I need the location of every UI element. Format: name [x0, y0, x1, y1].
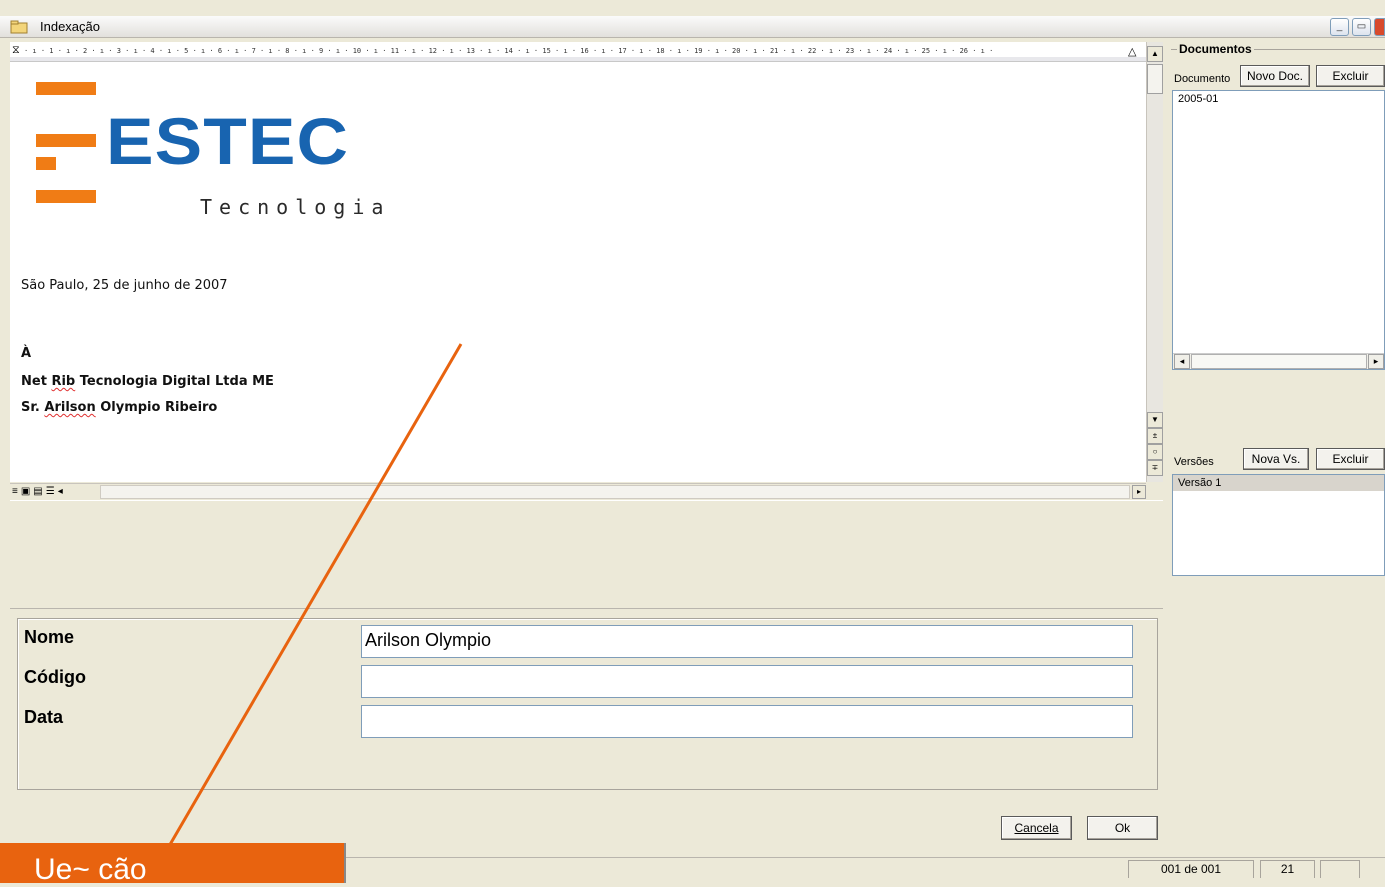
data-input[interactable]: [361, 705, 1133, 738]
prev-page-icon[interactable]: ±: [1147, 428, 1163, 444]
recipient-line: Sr. Arilson Olympio Ribeiro: [21, 400, 218, 415]
window-title: Indexação: [40, 19, 100, 34]
vertical-scrollbar[interactable]: ▲ ▼ ± ○ ∓: [1146, 42, 1163, 482]
count-indicator: 21: [1260, 860, 1315, 878]
estec-logo: ESTEC Tecnologia: [24, 82, 404, 222]
salutation: À: [21, 346, 32, 361]
new-document-button[interactable]: Novo Doc.: [1240, 65, 1310, 87]
nome-input[interactable]: Arilson Olympio: [361, 625, 1133, 658]
ruler-ticks: · ı · 1 · ı · 2 · ı · 3 · ı · 4 · ı · 5 …: [24, 47, 994, 55]
company-line: Net Rib Tecnologia Digital Ltda ME: [21, 374, 274, 389]
page-indicator: 001 de 001: [1128, 860, 1254, 878]
versions-list[interactable]: Versão 1: [1172, 474, 1385, 576]
misspelled-word: Arilson: [44, 400, 96, 415]
nome-label: Nome: [24, 627, 75, 647]
data-label: Data: [24, 707, 64, 727]
browse-object-icon[interactable]: ○: [1147, 444, 1163, 460]
delete-version-button[interactable]: Excluir: [1316, 448, 1385, 470]
scroll-up-icon[interactable]: ▲: [1147, 46, 1163, 62]
logo-bar-icon: [36, 134, 96, 147]
folder-icon: [10, 20, 28, 34]
horizontal-scrollbar[interactable]: ≡▣▤☰◂ ▸: [10, 483, 1146, 500]
close-button[interactable]: [1374, 18, 1385, 36]
empty-panel: [10, 500, 1163, 607]
indent-marker-icon[interactable]: ⧖: [12, 44, 20, 57]
logo-bar-icon: [36, 190, 96, 203]
document-page[interactable]: ESTEC Tecnologia São Paulo, 25 de junho …: [10, 62, 1146, 482]
next-page-icon[interactable]: ∓: [1147, 460, 1163, 476]
scroll-down-icon[interactable]: ▼: [1147, 412, 1163, 428]
title-bar: Indexação _ ▭: [0, 16, 1385, 38]
minimize-button[interactable]: _: [1330, 18, 1349, 36]
indexacao-window: Indexação _ ▭ ⧖ · ı · 1 · ı · 2 · ı · 3 …: [0, 0, 1385, 886]
scroll-right-icon[interactable]: ▸: [1368, 354, 1384, 369]
codigo-label: Código: [24, 667, 86, 687]
scroll-left-icon[interactable]: ◂: [1174, 354, 1190, 369]
documents-list[interactable]: 2005-01 ◂ ▸: [1172, 90, 1385, 370]
list-hscrollbar[interactable]: ◂ ▸: [1173, 353, 1384, 369]
delete-document-button[interactable]: Excluir: [1316, 65, 1385, 87]
date-line: São Paulo, 25 de junho de 2007: [21, 278, 228, 293]
versoes-label: Versões: [1174, 456, 1214, 468]
annotation-callout: Ue~ cão: [0, 843, 346, 886]
misspelled-word: Rib: [51, 374, 76, 389]
list-scroll-thumb[interactable]: [1191, 354, 1367, 369]
right-panel: Documentos Documento Novo Doc. Excluir 2…: [1167, 42, 1385, 854]
logo-word: ESTEC: [106, 104, 350, 178]
list-item[interactable]: 2005-01: [1173, 91, 1384, 107]
view-mode-icons[interactable]: ≡▣▤☰◂: [12, 486, 66, 497]
documents-group-title: Documentos: [1177, 42, 1254, 56]
callout-text: Ue~ cão: [34, 853, 147, 886]
logo-bar-icon: [36, 82, 96, 95]
scroll-right-icon[interactable]: ▸: [1132, 485, 1146, 499]
codigo-input[interactable]: [361, 665, 1133, 698]
cancel-button[interactable]: Cancela: [1001, 816, 1072, 840]
ruler[interactable]: ⧖ · ı · 1 · ı · 2 · ı · 3 · ı · 4 · ı · …: [10, 42, 1146, 62]
scroll-thumb[interactable]: [1147, 64, 1163, 94]
restore-button[interactable]: ▭: [1352, 18, 1371, 36]
hscroll-track[interactable]: [100, 485, 1130, 499]
logo-subtitle: Tecnologia: [200, 195, 391, 219]
documento-label: Documento: [1174, 73, 1231, 85]
new-version-button[interactable]: Nova Vs.: [1243, 448, 1309, 470]
ok-button[interactable]: Ok: [1087, 816, 1158, 840]
list-item[interactable]: Versão 1: [1173, 475, 1384, 491]
